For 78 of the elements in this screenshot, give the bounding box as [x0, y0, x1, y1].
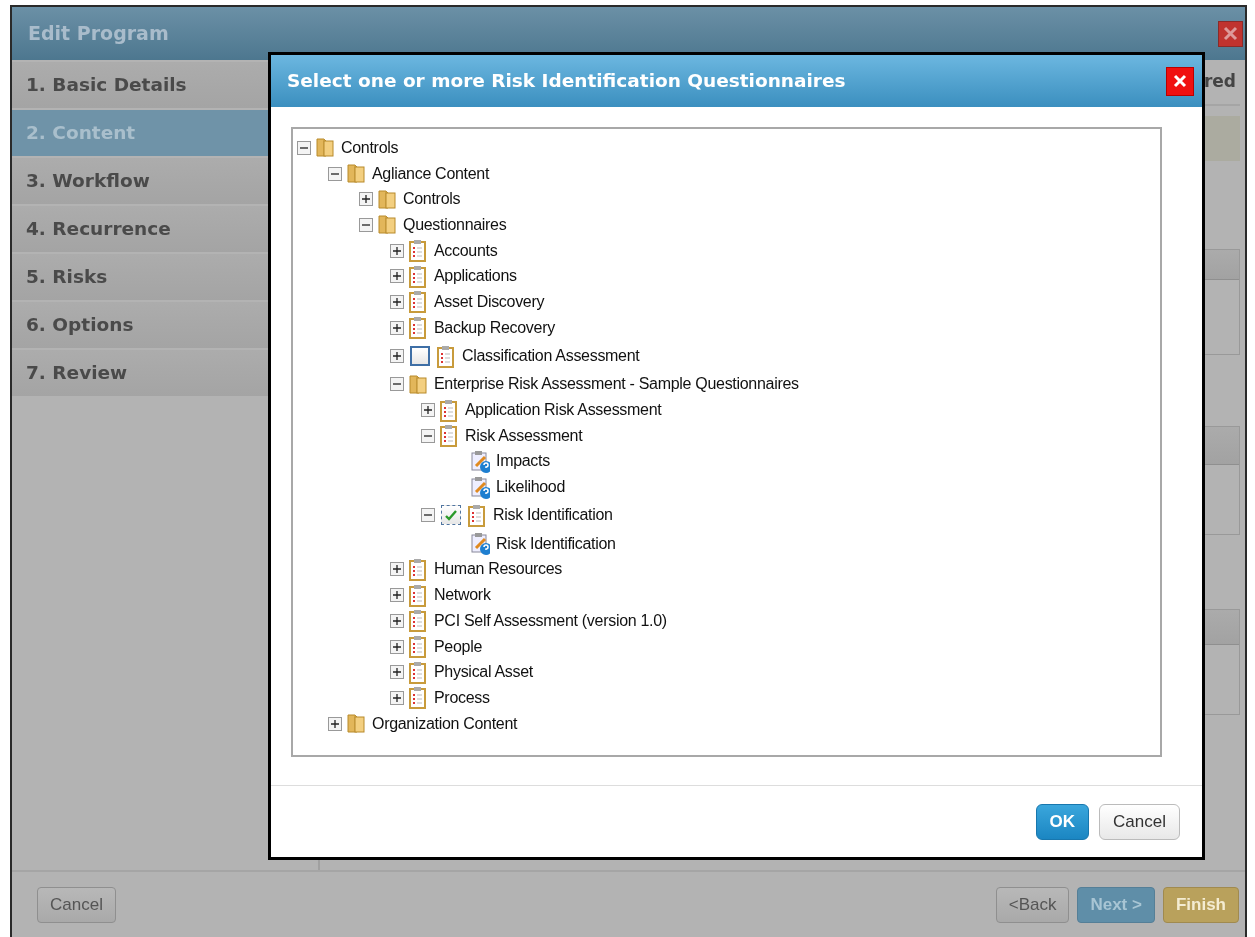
- tree-item[interactable]: Application Risk Assessment: [463, 398, 664, 423]
- expand-icon[interactable]: [390, 269, 404, 284]
- clipboard-icon: [408, 635, 428, 659]
- help-clipboard-icon: [470, 449, 490, 473]
- clipboard-icon: [408, 609, 428, 633]
- clipboard-icon: [436, 344, 456, 368]
- tree-item[interactable]: Questionnaires: [401, 212, 509, 237]
- clipboard-icon: [408, 290, 428, 314]
- collapse-icon[interactable]: [421, 508, 435, 523]
- expand-icon[interactable]: [390, 690, 404, 705]
- clipboard-icon: [408, 557, 428, 581]
- clipboard-icon: [408, 583, 428, 607]
- cancel-button[interactable]: Cancel: [1099, 803, 1180, 840]
- collapse-icon[interactable]: [359, 217, 373, 232]
- collapse-icon[interactable]: [328, 166, 342, 181]
- expand-icon[interactable]: [390, 588, 404, 603]
- folder-icon: [408, 372, 428, 396]
- expand-icon[interactable]: [421, 403, 435, 418]
- check-icon: [445, 509, 457, 521]
- tree-item[interactable]: Risk Assessment: [463, 423, 585, 448]
- folder-icon: [377, 187, 397, 211]
- tree-item[interactable]: Network: [432, 583, 493, 608]
- close-button[interactable]: [1166, 66, 1194, 96]
- tree-item[interactable]: Agliance Content: [370, 161, 492, 186]
- checkbox[interactable]: [410, 346, 430, 366]
- close-icon: [1173, 74, 1187, 88]
- expand-icon[interactable]: [390, 613, 404, 628]
- expand-icon[interactable]: [390, 243, 404, 258]
- help-clipboard-icon: [470, 532, 490, 556]
- folder-icon: [377, 213, 397, 237]
- expand-icon[interactable]: [359, 192, 373, 207]
- close-button[interactable]: [1218, 20, 1243, 47]
- tree-item[interactable]: Controls: [401, 187, 463, 212]
- tree-item[interactable]: Physical Asset: [432, 660, 535, 685]
- expand-icon[interactable]: [390, 349, 404, 363]
- clipboard-icon: [439, 424, 459, 448]
- header-text: red: [1203, 70, 1236, 94]
- expand-icon[interactable]: [390, 639, 404, 654]
- footer-button[interactable]: Cancel: [37, 886, 116, 923]
- tree-item[interactable]: Human Resources: [432, 557, 564, 582]
- folder-icon: [346, 712, 366, 736]
- tree-item[interactable]: Backup Recovery: [432, 315, 557, 340]
- collapse-icon[interactable]: [390, 377, 404, 392]
- tree-item[interactable]: Classification Assessment: [460, 344, 642, 368]
- collapse-icon[interactable]: [297, 140, 311, 155]
- tree-item[interactable]: Organization Content: [370, 711, 520, 736]
- tree-item[interactable]: Likelihood: [494, 475, 568, 500]
- tree-item[interactable]: Asset Discovery: [432, 289, 547, 314]
- tree-item[interactable]: Enterprise Risk Assessment - Sample Questionnaires: [432, 372, 801, 397]
- window-title: Edit Program: [28, 21, 169, 47]
- clipboard-icon: [439, 398, 459, 422]
- tree-item[interactable]: PCI Self Assessment (version 1.0): [432, 608, 669, 633]
- expand-icon[interactable]: [328, 716, 342, 731]
- tree-item[interactable]: Process: [432, 685, 492, 710]
- expand-icon[interactable]: [390, 294, 404, 309]
- tree-item[interactable]: Risk Identification: [494, 531, 618, 556]
- clipboard-icon: [408, 239, 428, 263]
- clipboard-icon: [408, 660, 428, 684]
- tree-item[interactable]: People: [432, 634, 485, 659]
- collapse-icon[interactable]: [421, 428, 435, 443]
- expand-icon[interactable]: [390, 562, 404, 577]
- folder-icon: [346, 162, 366, 186]
- tree-item[interactable]: Risk Identification: [491, 503, 615, 528]
- tree-item[interactable]: Accounts: [432, 238, 500, 263]
- clipboard-icon: [408, 264, 428, 288]
- clipboard-icon: [408, 316, 428, 340]
- clipboard-icon: [467, 503, 487, 527]
- close-icon: [1223, 26, 1238, 41]
- clipboard-icon: [408, 686, 428, 710]
- help-clipboard-icon: [470, 475, 490, 499]
- expand-icon[interactable]: [390, 665, 404, 680]
- tree-item[interactable]: Impacts: [494, 449, 552, 474]
- footer-button[interactable]: <Back: [995, 886, 1070, 923]
- tree-item[interactable]: Applications: [432, 264, 519, 289]
- checkbox[interactable]: [441, 505, 461, 526]
- folder-icon: [315, 136, 335, 160]
- expand-icon[interactable]: [390, 320, 404, 335]
- tree-item[interactable]: Controls: [339, 135, 401, 160]
